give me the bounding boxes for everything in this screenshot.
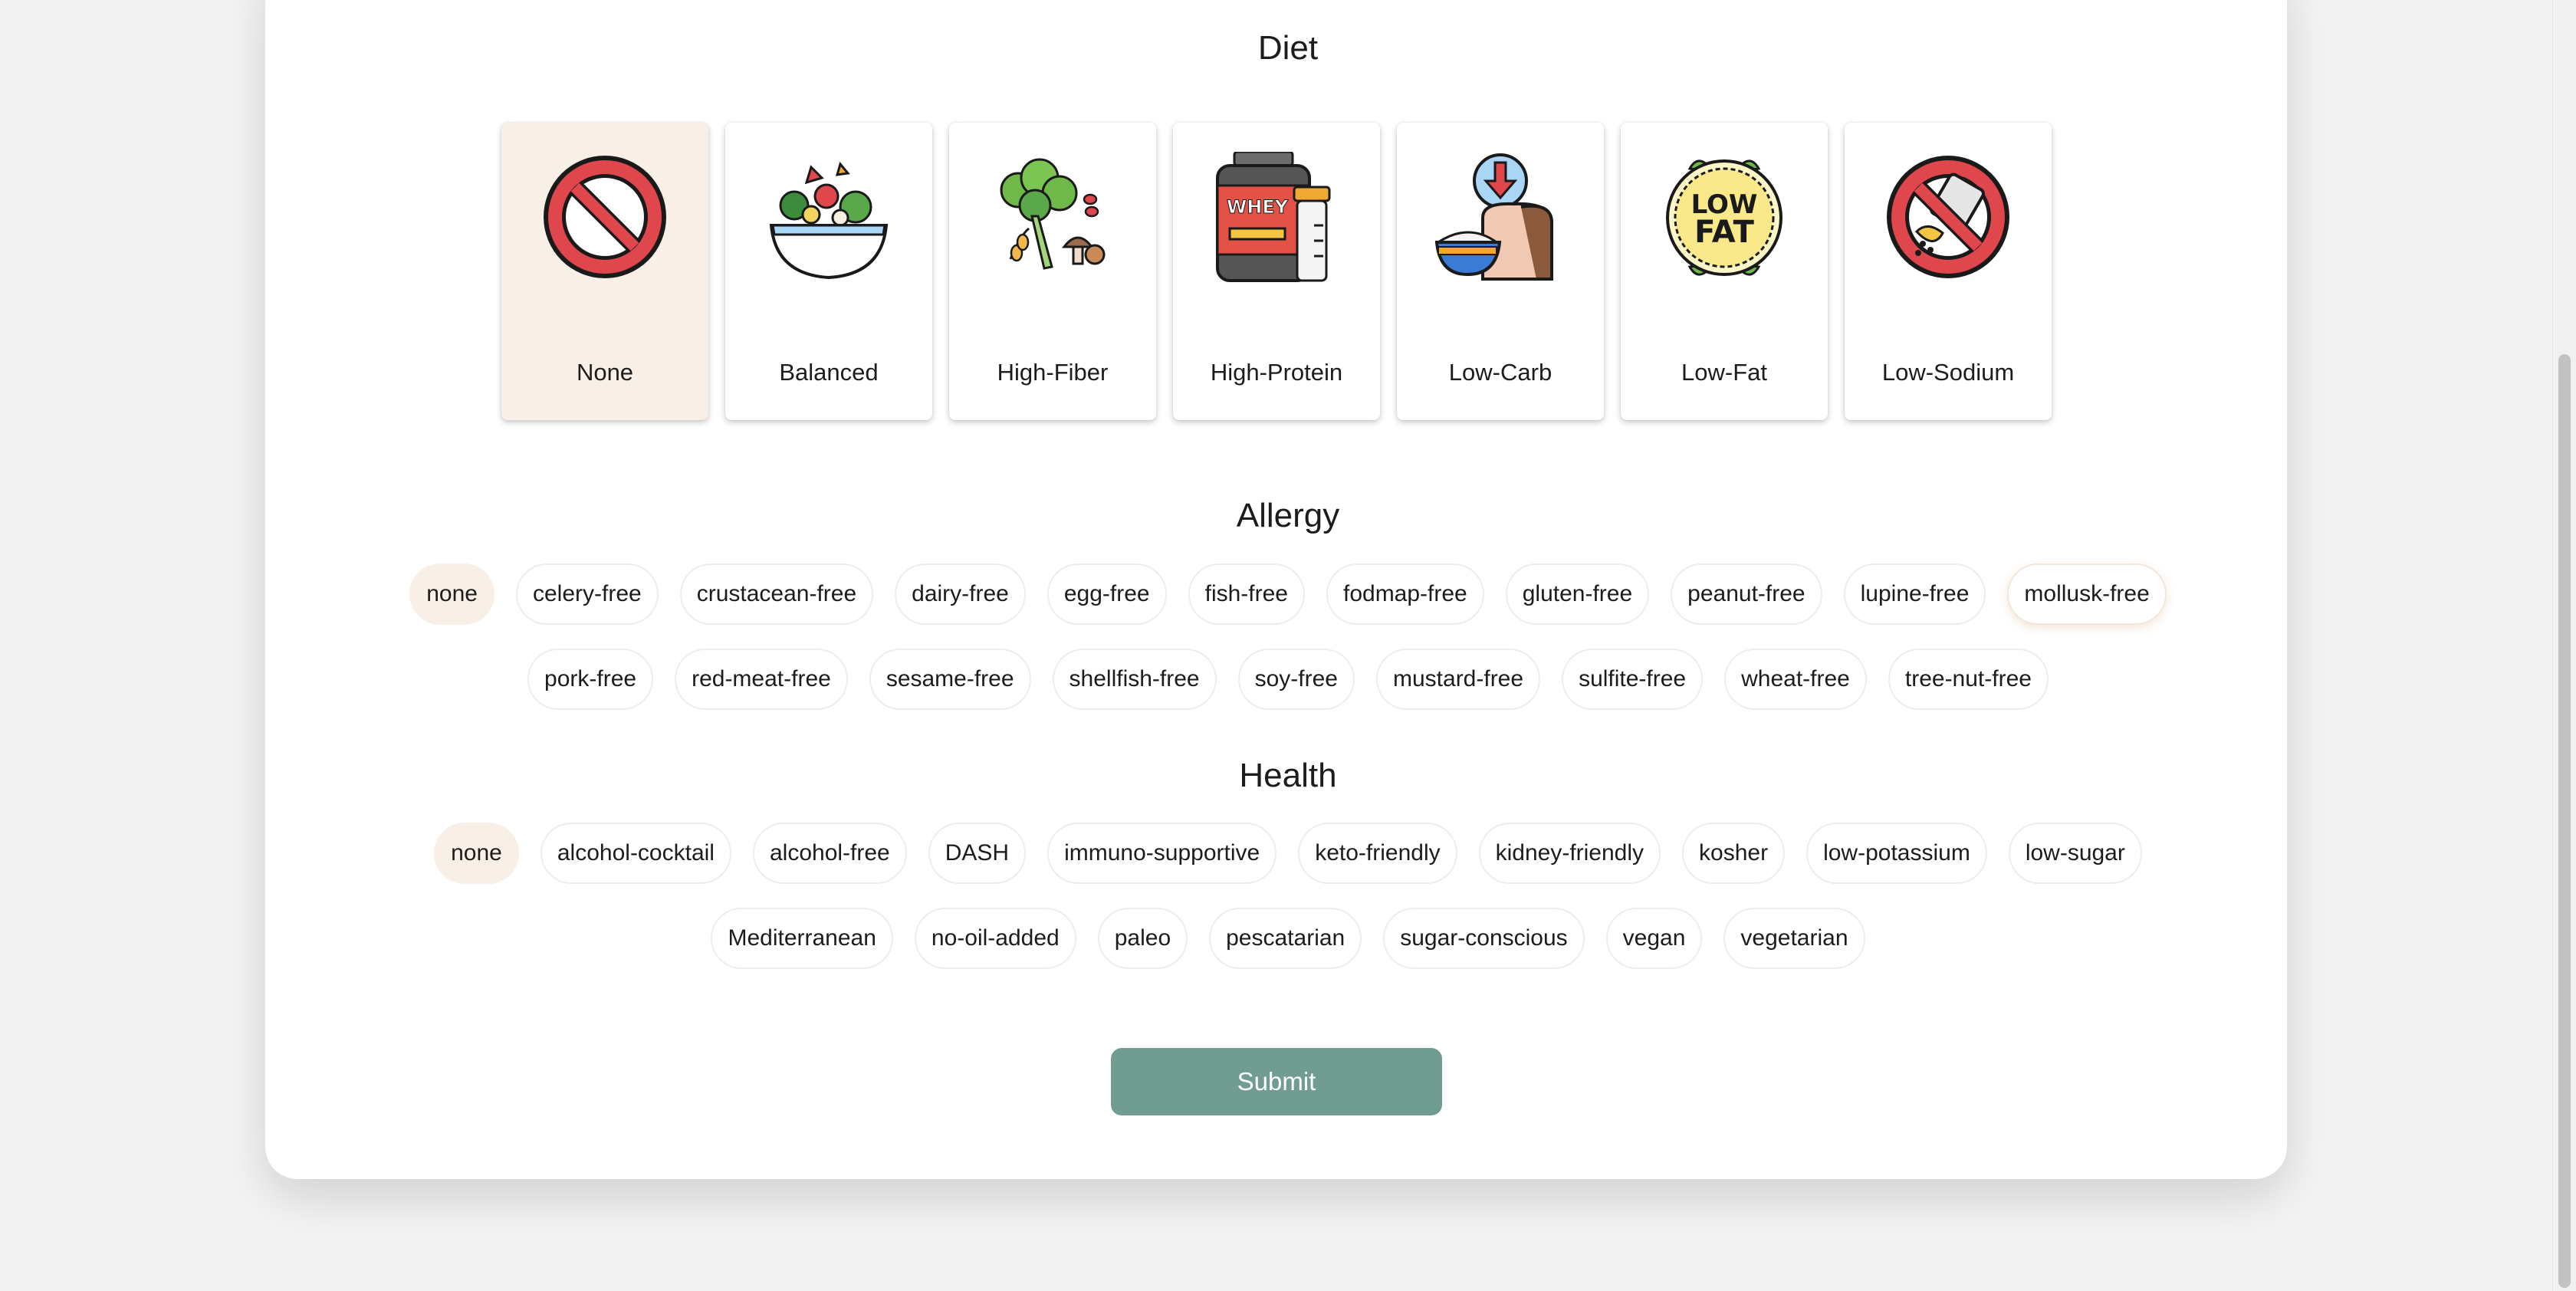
allergy-chip[interactable]: dairy-free xyxy=(895,563,1026,625)
diet-options: None Balanced High-Fiber WHEY High-Prote… xyxy=(501,123,2052,423)
allergy-row-1: none celery-free crustacean-free dairy-f… xyxy=(0,563,2576,625)
allergy-chip[interactable]: tree-nut-free xyxy=(1888,649,2049,710)
allergy-chip[interactable]: celery-free xyxy=(515,563,659,625)
health-chip[interactable]: keto-friendly xyxy=(1298,823,1457,884)
allergy-chip[interactable]: mollusk-free xyxy=(2007,563,2167,625)
allergy-chip[interactable]: gluten-free xyxy=(1505,563,1650,625)
allergy-chip[interactable]: wheat-free xyxy=(1724,649,1867,710)
allergy-chip[interactable]: crustacean-free xyxy=(679,563,874,625)
diet-option-low-carb[interactable]: Low-Carb xyxy=(1397,123,1604,420)
health-title: Health xyxy=(1239,757,1337,794)
svg-text:WHEY: WHEY xyxy=(1227,196,1289,218)
allergy-chip[interactable]: sesame-free xyxy=(869,649,1031,710)
allergy-chip[interactable]: sulfite-free xyxy=(1562,649,1704,710)
health-chip[interactable]: alcohol-free xyxy=(752,823,907,884)
health-chip[interactable]: low-potassium xyxy=(1806,823,1987,884)
health-row-1: none alcohol-cocktail alcohol-free DASH … xyxy=(0,823,2576,884)
allergy-chip[interactable]: soy-free xyxy=(1237,649,1355,710)
no-entry-icon xyxy=(544,156,666,278)
health-chip[interactable]: none xyxy=(434,823,519,884)
diet-option-label: None xyxy=(576,359,634,386)
diet-option-high-fiber[interactable]: High-Fiber xyxy=(949,123,1156,420)
allergy-chip[interactable]: pork-free xyxy=(527,649,654,710)
health-chip[interactable]: paleo xyxy=(1097,908,1188,969)
health-chip[interactable]: kosher xyxy=(1682,823,1786,884)
whey-protein-icon: WHEY xyxy=(1216,152,1331,282)
diet-option-high-protein[interactable]: WHEY High-Protein xyxy=(1173,123,1380,420)
salad-bowl-icon xyxy=(769,161,889,280)
diet-title: Diet xyxy=(1257,29,1319,67)
health-chip[interactable]: DASH xyxy=(928,823,1027,884)
allergy-chip[interactable]: none xyxy=(409,563,495,625)
allergy-chip[interactable]: egg-free xyxy=(1046,563,1167,625)
scrollbar-thumb[interactable] xyxy=(2558,354,2571,1288)
diet-option-none[interactable]: None xyxy=(501,123,708,420)
health-chip[interactable]: immuno-supportive xyxy=(1047,823,1277,884)
allergy-chip[interactable]: fodmap-free xyxy=(1326,563,1484,625)
no-salt-icon xyxy=(1887,156,2009,278)
allergy-chip[interactable]: peanut-free xyxy=(1671,563,1822,625)
allergy-chip[interactable]: red-meat-free xyxy=(675,649,848,710)
allergy-title: Allergy xyxy=(1236,497,1340,534)
health-chip[interactable]: no-oil-added xyxy=(914,908,1076,969)
health-chip[interactable]: vegan xyxy=(1605,908,1703,969)
diet-option-low-sodium[interactable]: Low-Sodium xyxy=(1845,123,2052,420)
broccoli-grains-icon xyxy=(1000,158,1106,270)
bread-rice-down-icon xyxy=(1435,153,1553,281)
diet-option-balanced[interactable]: Balanced xyxy=(725,123,932,420)
health-chip[interactable]: alcohol-cocktail xyxy=(540,823,731,884)
health-chip[interactable]: pescatarian xyxy=(1209,908,1362,969)
diet-option-low-fat[interactable]: LOW FAT Low-Fat xyxy=(1621,123,1828,420)
submit-button[interactable]: Submit xyxy=(1111,1048,1442,1115)
diet-option-label: Low-Carb xyxy=(1448,359,1552,386)
scrollbar[interactable] xyxy=(2552,0,2576,1291)
diet-option-label: High-Fiber xyxy=(997,359,1109,386)
allergy-row-2: pork-free red-meat-free sesame-free shel… xyxy=(0,649,2576,710)
diet-option-label: Low-Sodium xyxy=(1881,359,2015,386)
health-chip[interactable]: sugar-conscious xyxy=(1383,908,1585,969)
allergy-chip[interactable]: shellfish-free xyxy=(1052,649,1217,710)
low-fat-badge-icon: LOW FAT xyxy=(1666,159,1783,276)
diet-option-label: Low-Fat xyxy=(1681,359,1767,386)
allergy-chip[interactable]: lupine-free xyxy=(1843,563,1986,625)
health-chip[interactable]: vegetarian xyxy=(1723,908,1865,969)
health-chip[interactable]: kidney-friendly xyxy=(1478,823,1661,884)
diet-option-label: High-Protein xyxy=(1210,359,1343,386)
health-row-2: Mediterranean no-oil-added paleo pescata… xyxy=(0,908,2576,969)
diet-option-label: Balanced xyxy=(779,359,879,386)
allergy-chip[interactable]: fish-free xyxy=(1188,563,1305,625)
svg-text:FAT: FAT xyxy=(1694,215,1755,250)
health-chip[interactable]: Mediterranean xyxy=(711,908,893,969)
allergy-chip[interactable]: mustard-free xyxy=(1376,649,1541,710)
health-chip[interactable]: low-sugar xyxy=(2008,823,2142,884)
